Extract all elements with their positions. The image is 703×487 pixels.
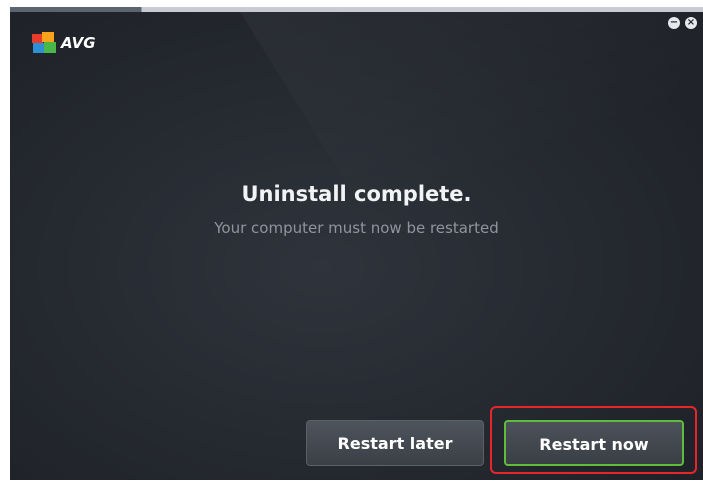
restart-now-highlight-box — [490, 406, 697, 474]
window-top-stripe — [10, 7, 703, 12]
page-subtitle: Your computer must now be restarted — [214, 219, 499, 237]
restart-later-button[interactable]: Restart later — [306, 420, 484, 466]
minimize-icon[interactable]: − — [668, 17, 680, 29]
brand-name: AVG — [61, 34, 96, 52]
avg-logo: AVG — [32, 32, 96, 54]
avg-four-color-logo-icon — [32, 32, 58, 54]
close-icon[interactable]: × — [685, 17, 697, 29]
page-title: Uninstall complete. — [241, 182, 472, 206]
